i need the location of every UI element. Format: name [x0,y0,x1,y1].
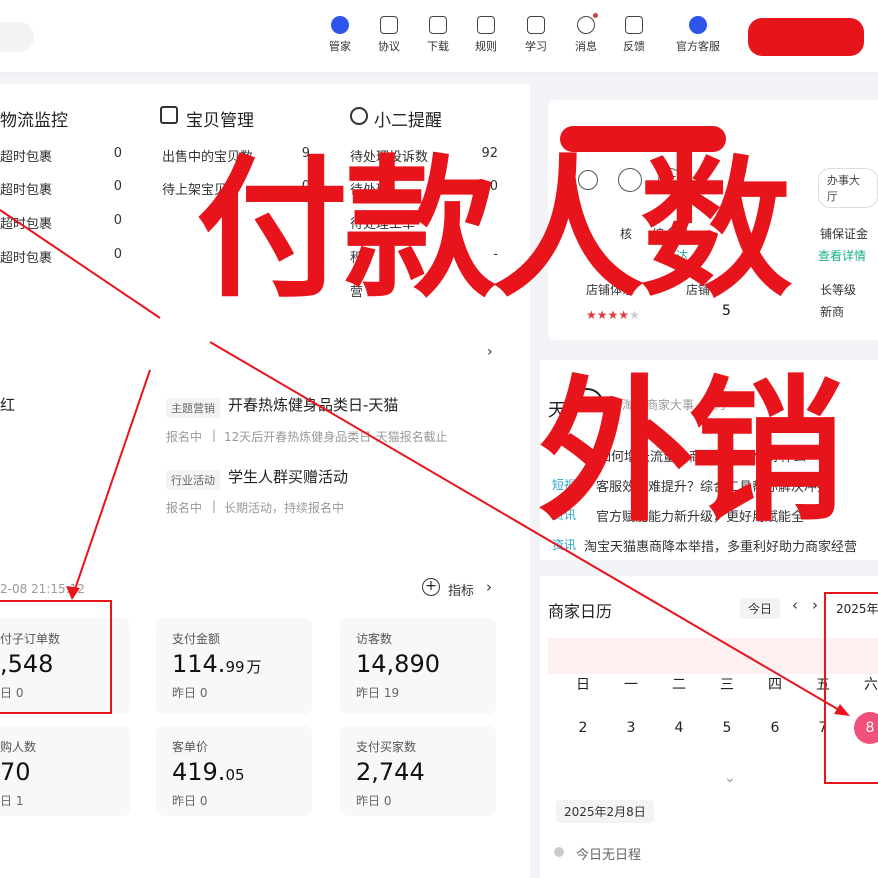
overlay-headline: 付款人数 [196,141,792,318]
arrow-line [0,209,161,319]
overlay-headline: 外销 [538,361,844,543]
arrow-head [834,704,850,716]
arrow-line [71,369,151,599]
arrow-head [66,586,80,600]
